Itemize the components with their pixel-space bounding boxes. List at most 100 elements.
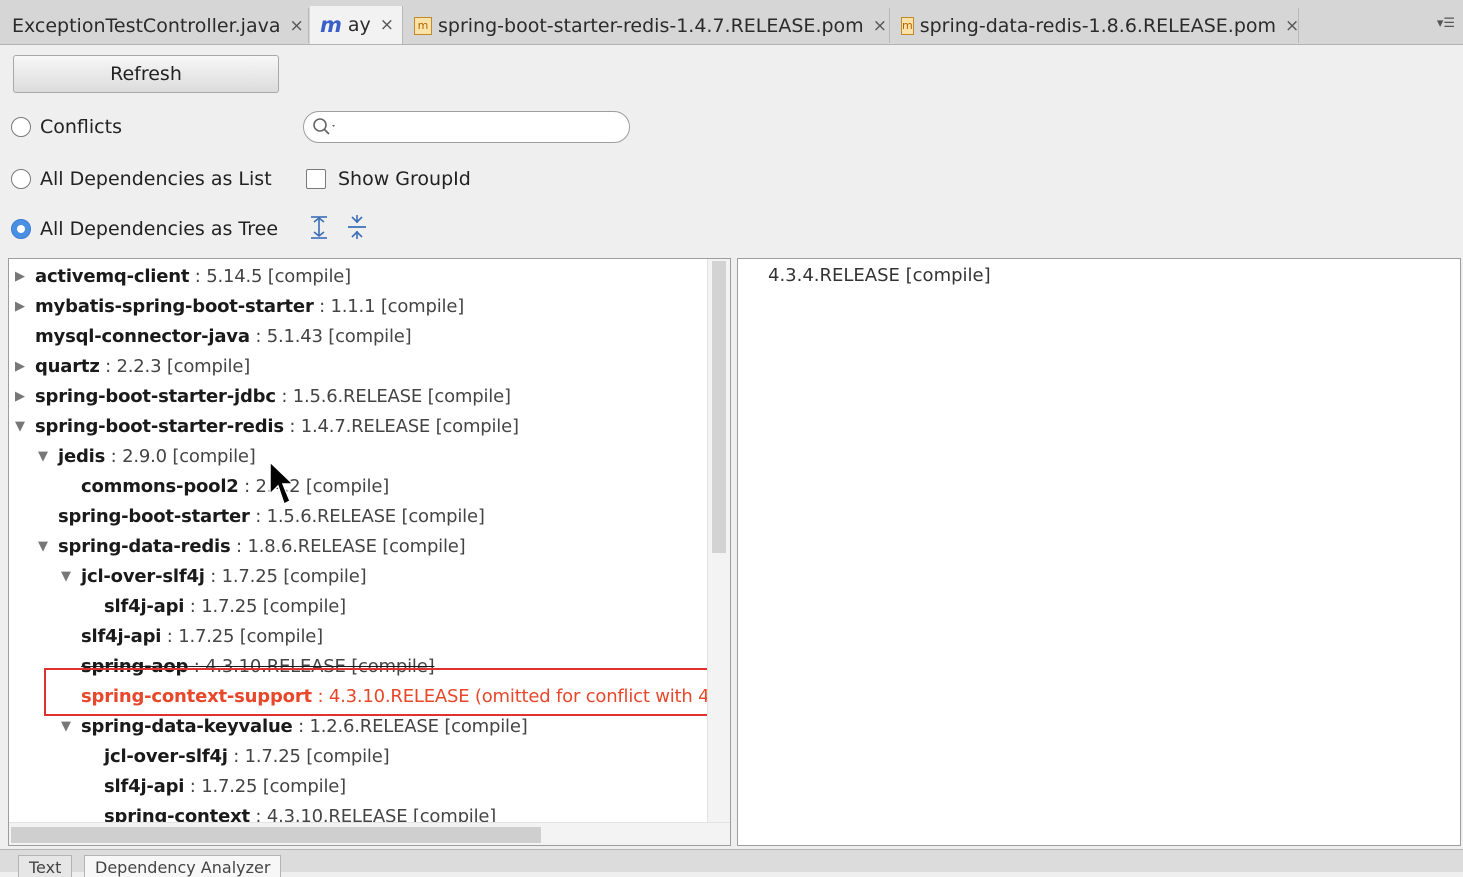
artifact-version: : 5.14.5 [compile] bbox=[189, 265, 351, 287]
list-label: All Dependencies as List bbox=[40, 168, 272, 190]
tree-node[interactable]: ▼ spring-data-redis : 1.8.6.RELEASE [comp… bbox=[38, 531, 466, 561]
expanded-arrow-icon[interactable]: ▼ bbox=[61, 569, 81, 584]
tab-exception-test-controller[interactable]: ExceptionTestController.java × bbox=[0, 8, 309, 43]
artifact-name: mybatis-spring-boot-starter bbox=[35, 295, 314, 317]
artifact-name: slf4j-api bbox=[81, 625, 162, 647]
tree-node[interactable]: ▶ quartz : 2.2.3 [compile] bbox=[15, 351, 250, 381]
artifact-name: spring-data-redis bbox=[58, 535, 231, 557]
mouse-cursor-icon bbox=[269, 460, 294, 506]
tab-spring-data-redis-pom[interactable]: m spring-data-redis-1.8.6.RELEASE.pom × bbox=[891, 8, 1299, 43]
search-icon[interactable] bbox=[312, 117, 338, 137]
artifact-version: : 1.7.25 [compile] bbox=[184, 595, 346, 617]
show-groupid-checkbox[interactable] bbox=[306, 169, 326, 189]
expanded-arrow-icon[interactable]: ▼ bbox=[61, 719, 81, 734]
tree-radio[interactable] bbox=[11, 219, 31, 239]
list-radio[interactable] bbox=[11, 169, 31, 189]
tab-list-menu-icon[interactable]: ▾☰ bbox=[1437, 16, 1455, 31]
bottom-tab-bar: Text Dependency Analyzer bbox=[0, 849, 1463, 877]
tab-dependency-analyzer[interactable]: Dependency Analyzer bbox=[84, 855, 282, 877]
artifact-version: : 1.1.1 [compile] bbox=[313, 295, 465, 317]
vertical-scrollbar[interactable] bbox=[707, 259, 730, 845]
artifact-version: : 2.9.0 [compile] bbox=[105, 445, 256, 467]
artifact-version: : 5.1.43 [compile] bbox=[249, 325, 412, 347]
tree-node[interactable]: ▼ jedis : 2.9.0 [compile] bbox=[38, 441, 256, 471]
refresh-button[interactable]: Refresh bbox=[13, 55, 279, 93]
search-input[interactable] bbox=[338, 116, 612, 138]
tree-node[interactable]: slf4j-api : 1.7.25 [compile] bbox=[61, 621, 323, 651]
artifact-version: : 1.8.6.RELEASE [compile] bbox=[230, 535, 466, 557]
conflicts-radio-option[interactable]: Conflicts bbox=[11, 116, 122, 138]
list-radio-option[interactable]: All Dependencies as List bbox=[11, 168, 272, 190]
artifact-version: : 2.2.3 [compile] bbox=[99, 355, 251, 377]
maven-m-icon: m bbox=[320, 13, 342, 37]
artifact-name: mysql-connector-java bbox=[35, 325, 250, 347]
artifact-name: jedis bbox=[58, 445, 106, 467]
tree-radio-option[interactable]: All Dependencies as Tree bbox=[11, 218, 278, 240]
tab-maven-project[interactable]: m ay × bbox=[310, 6, 403, 44]
show-groupid-label: Show GroupId bbox=[338, 168, 471, 190]
artifact-name: slf4j-api bbox=[104, 595, 185, 617]
artifact-name: spring-boot-starter-jdbc bbox=[35, 385, 276, 407]
tree-node[interactable]: slf4j-api : 1.7.25 [compile] bbox=[84, 591, 346, 621]
tree-node[interactable]: ▶ spring-boot-starter-jdbc : 1.5.6.RELEAS… bbox=[15, 381, 511, 411]
close-icon[interactable]: × bbox=[380, 15, 394, 35]
artifact-version: : 2.4.2 [compile] bbox=[238, 475, 390, 497]
tab-text[interactable]: Text bbox=[18, 855, 73, 877]
artifact-name: quartz bbox=[35, 355, 100, 377]
artifact-version: : 1.5.6.RELEASE [compile] bbox=[275, 385, 511, 407]
artifact-version: : 1.5.6.RELEASE [compile] bbox=[249, 505, 485, 527]
conflicts-radio[interactable] bbox=[11, 117, 31, 137]
tree-node[interactable]: ▼ jcl-over-slf4j : 1.7.25 [compile] bbox=[61, 561, 367, 591]
dependency-detail-pane[interactable]: 4.3.4.RELEASE [compile] bbox=[737, 258, 1461, 846]
pom-file-icon: m bbox=[901, 16, 914, 35]
conflict-highlight-box bbox=[44, 668, 712, 716]
tree-node[interactable]: mysql-connector-java : 5.1.43 [compile] bbox=[15, 321, 412, 351]
collapse-all-icon[interactable] bbox=[346, 214, 368, 240]
tab-label: ExceptionTestController.java bbox=[12, 14, 281, 37]
tab-label: spring-boot-starter-redis-1.4.7.RELEASE.… bbox=[438, 14, 864, 37]
artifact-version: : 1.7.25 [compile] bbox=[161, 625, 323, 647]
expanded-arrow-icon[interactable]: ▼ bbox=[15, 419, 35, 434]
vertical-scrollbar-thumb[interactable] bbox=[712, 261, 726, 553]
artifact-name: spring-data-keyvalue bbox=[81, 715, 293, 737]
artifact-version: : 1.7.25 [compile] bbox=[227, 745, 390, 767]
tree-node[interactable]: ▶ activemq-client : 5.14.5 [compile] bbox=[15, 261, 351, 291]
tree-node[interactable]: spring-boot-starter : 1.5.6.RELEASE [com… bbox=[38, 501, 485, 531]
dependency-tree-pane[interactable]: ▶ activemq-client : 5.14.5 [compile] ▶ myba… bbox=[8, 258, 731, 846]
show-groupid-option[interactable]: Show GroupId bbox=[306, 168, 471, 190]
collapsed-arrow-icon[interactable]: ▶ bbox=[15, 359, 35, 374]
tree-node[interactable]: slf4j-api : 1.7.25 [compile] bbox=[84, 771, 346, 801]
tree-node[interactable]: commons-pool2 : 2.4.2 [compile] bbox=[61, 471, 389, 501]
artifact-name: spring-boot-starter bbox=[58, 505, 250, 527]
horizontal-scrollbar-thumb[interactable] bbox=[11, 827, 541, 843]
close-icon[interactable]: × bbox=[1285, 16, 1298, 36]
tree-node[interactable]: ▼ spring-boot-starter-redis : 1.4.7.RELEA… bbox=[15, 411, 519, 441]
artifact-name: spring-boot-starter-redis bbox=[35, 415, 284, 437]
artifact-version: : 1.2.6.RELEASE [compile] bbox=[292, 715, 528, 737]
detail-version-text: 4.3.4.RELEASE [compile] bbox=[768, 265, 991, 286]
horizontal-scrollbar[interactable] bbox=[9, 822, 730, 845]
close-icon[interactable]: × bbox=[290, 16, 304, 36]
expand-all-icon[interactable] bbox=[308, 214, 330, 240]
artifact-name: slf4j-api bbox=[104, 775, 185, 797]
artifact-version: : 1.7.25 [compile] bbox=[184, 775, 346, 797]
expanded-arrow-icon[interactable]: ▼ bbox=[38, 539, 58, 554]
tree-label: All Dependencies as Tree bbox=[40, 218, 279, 240]
search-field[interactable] bbox=[303, 111, 630, 143]
artifact-name: commons-pool2 bbox=[81, 475, 239, 497]
artifact-version: : 1.7.25 [compile] bbox=[204, 565, 367, 587]
close-icon[interactable]: × bbox=[873, 16, 887, 36]
tab-label: ay bbox=[347, 14, 371, 36]
collapsed-arrow-icon[interactable]: ▶ bbox=[15, 299, 35, 314]
tree-node[interactable]: ▶ mybatis-spring-boot-starter : 1.1.1 [co… bbox=[15, 291, 464, 321]
conflicts-label: Conflicts bbox=[40, 116, 122, 138]
pom-file-icon: m bbox=[414, 16, 432, 35]
collapsed-arrow-icon[interactable]: ▶ bbox=[15, 389, 35, 404]
artifact-name: jcl-over-slf4j bbox=[81, 565, 205, 587]
tree-node[interactable]: jcl-over-slf4j : 1.7.25 [compile] bbox=[84, 741, 390, 771]
collapsed-arrow-icon[interactable]: ▶ bbox=[15, 269, 35, 284]
artifact-name: jcl-over-slf4j bbox=[104, 745, 228, 767]
tab-spring-boot-starter-redis-pom[interactable]: m spring-boot-starter-redis-1.4.7.RELEAS… bbox=[404, 8, 890, 43]
tab-label: spring-data-redis-1.8.6.RELEASE.pom bbox=[919, 14, 1277, 37]
expanded-arrow-icon[interactable]: ▼ bbox=[38, 449, 58, 464]
